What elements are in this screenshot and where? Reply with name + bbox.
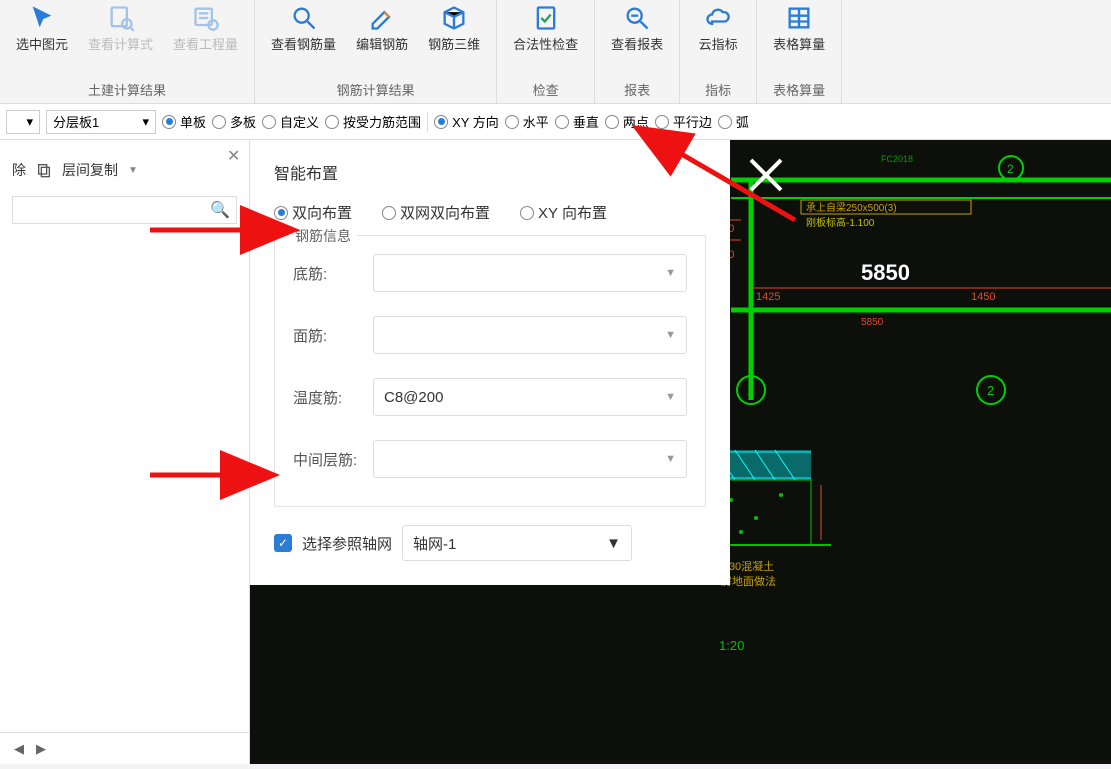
tab-prev[interactable]: ◀ [8,741,30,757]
left-panel: ✕ 除 层间复制 ▼ 🔍 ◀ ▶ [0,140,250,764]
radio-single-board[interactable]: 单板 [162,112,206,131]
cube-icon [440,4,468,32]
radio-xy-direction[interactable]: XY 方向 [434,112,499,131]
tool-delete[interactable]: 除 [12,160,26,180]
close-icon[interactable]: ✕ [227,146,243,162]
ribbon-group-check: 合法性检查 检查 [497,0,595,103]
bottom-tabs: ◀ ▶ [0,732,249,764]
ribbon-group-label: 钢筋计算结果 [263,78,488,103]
ribbon-item-rebar-3d[interactable]: 钢筋三维 [420,0,488,78]
cloud-icon [704,4,732,32]
search-doc-icon [107,4,135,32]
svg-text:5850: 5850 [861,260,910,285]
svg-text:2: 2 [987,383,994,398]
radio-double-net[interactable]: 双网双向布置 [382,202,490,223]
label-middle-layer-rebar: 中间层筋: [293,449,363,470]
svg-text:1:20: 1:20 [719,638,744,653]
label-top-rebar: 面筋: [293,325,363,346]
search-list-icon [192,4,220,32]
tool-layer-copy[interactable]: 层间复制 [62,160,118,180]
radio-bidir[interactable]: 双向布置 [274,202,352,223]
select-temperature-rebar[interactable]: C8@200▼ [373,378,687,416]
left-tools: 除 层间复制 ▼ [0,140,249,190]
select-axis-grid[interactable]: 轴网-1▼ [402,525,632,561]
ribbon-item-cloud-metric[interactable]: 云指标 [688,0,748,78]
check-doc-icon [532,4,560,32]
radio-two-points[interactable]: 两点 [605,112,649,131]
radio-arc[interactable]: 弧 [718,112,749,131]
ribbon-group-metric: 云指标 指标 [680,0,757,103]
svg-text:1450: 1450 [971,291,995,303]
label-bottom-rebar: 底筋: [293,263,363,284]
rebar-info-fieldset: 钢筋信息 底筋:▼ 面筋:▼ 温度筋:C8@200▼ 中间层筋:▼ [274,235,706,507]
ribbon-group-label: 表格算量 [765,78,833,103]
radio-multi-board[interactable]: 多板 [212,112,256,131]
svg-text:1425: 1425 [756,291,780,303]
radio-horizontal[interactable]: 水平 [505,112,549,131]
radio-by-force-range[interactable]: 按受力筋范围 [325,112,421,131]
chevron-down-icon: ▼ [665,391,676,403]
ribbon-item-view-formula[interactable]: 查看计算式 [80,0,161,78]
cursor-icon [28,4,56,32]
chevron-down-icon: ▼ [665,329,676,341]
copy-icon [36,162,52,178]
svg-text:刚板标高-1.100: 刚板标高-1.100 [806,216,875,229]
ribbon-group-label: 检查 [505,78,586,103]
label-temperature-rebar: 温度筋: [293,387,363,408]
checkbox-reference-axis[interactable]: ✓ [274,534,292,552]
radio-custom[interactable]: 自定义 [262,112,319,131]
cad-view: 720 950 5850 1425 1450 5850 承上自梁250x500(… [711,140,1111,764]
chevron-down-icon: ▼ [665,453,676,465]
separator [427,112,428,132]
option-bar: ▾ 分层板1▾ 单板 多板 自定义 按受力筋范围 XY 方向 水平 垂直 两点 … [0,104,1111,140]
ribbon-group-label: 报表 [603,78,671,103]
checkbox-label: 选择参照轴网 [302,533,392,554]
ribbon-group-report: 查看报表 报表 [595,0,680,103]
radio-vertical[interactable]: 垂直 [555,112,599,131]
ribbon-item-validity-check[interactable]: 合法性检查 [505,0,586,78]
combo-unknown[interactable]: ▾ [6,110,40,134]
ribbon-item-view-report[interactable]: 查看报表 [603,0,671,78]
select-middle-layer-rebar[interactable]: ▼ [373,440,687,478]
svg-text:2: 2 [1007,162,1014,176]
tab-next[interactable]: ▶ [30,741,52,757]
search-icon [290,4,318,32]
select-bottom-rebar[interactable]: ▼ [373,254,687,292]
workspace: ✕ 除 层间复制 ▼ 🔍 ◀ ▶ [0,140,1111,764]
ribbon-item-select-element[interactable]: 选中图元 [8,0,76,78]
fieldset-legend: 钢筋信息 [289,226,357,246]
svg-text:5850: 5850 [861,317,884,328]
select-top-rebar[interactable]: ▼ [373,316,687,354]
ribbon-item-table-qty[interactable]: 表格算量 [765,0,833,78]
search-input[interactable]: 🔍 [12,196,237,224]
radio-xy-layout[interactable]: XY 向布置 [520,202,607,223]
ribbon-group-label: 指标 [688,78,748,103]
chevron-down-icon: ▾ [142,114,149,130]
panel-title: 智能布置 [274,160,706,184]
search-icon: 🔍 [210,200,230,220]
svg-text:1: 1 [747,383,754,398]
chevron-down-icon: ▼ [665,267,676,279]
table-icon [785,4,813,32]
combo-layer[interactable]: 分层板1▾ [46,110,156,134]
chevron-down-icon: ▾ [26,114,33,130]
chevron-down-icon: ▼ [606,535,621,552]
edit-icon [368,4,396,32]
ribbon-item-view-rebar-qty[interactable]: 查看钢筋量 [263,0,344,78]
report-icon [623,4,651,32]
svg-text:FC2018: FC2018 [881,154,913,164]
svg-text:承上自梁250x500(3): 承上自梁250x500(3) [806,201,897,214]
ribbon-item-edit-rebar[interactable]: 编辑钢筋 [348,0,416,78]
ribbon-group-rebar: 查看钢筋量 编辑钢筋 钢筋三维 钢筋计算结果 [255,0,497,103]
smart-placement-panel: 智能布置 双向布置 双网双向布置 XY 向布置 钢筋信息 底筋: ▼ 面筋: ▼ 温… [250,140,730,585]
chevron-down-icon: ▼ [128,165,138,176]
ribbon: 选中图元 查看计算式 查看工程量 土建计算结果 查看钢筋量 编辑钢筋 钢筋三维 … [0,0,1111,104]
radio-parallel-edge[interactable]: 平行边 [655,112,712,131]
drawing-canvas[interactable]: 720 950 5850 1425 1450 5850 承上自梁250x500(… [250,140,1111,764]
ribbon-item-view-quantity[interactable]: 查看工程量 [165,0,246,78]
ribbon-group-label: 土建计算结果 [8,78,246,103]
ribbon-group-table: 表格算量 表格算量 [757,0,842,103]
ribbon-group-civil: 选中图元 查看计算式 查看工程量 土建计算结果 [0,0,255,103]
